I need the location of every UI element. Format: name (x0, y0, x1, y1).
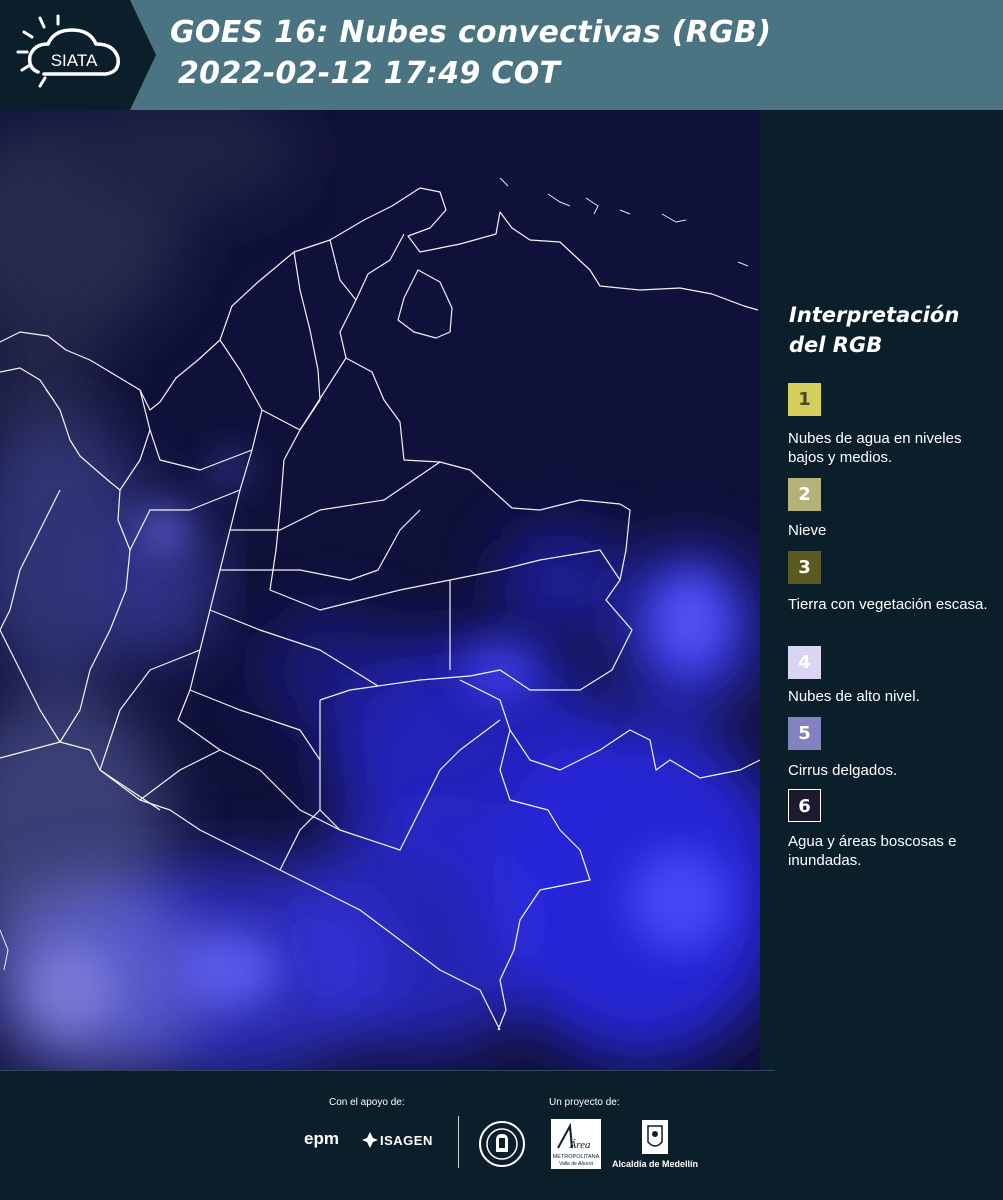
legend-label-1: Nubes de agua en niveles bajos y medios. (788, 430, 962, 466)
legend-number-3: 3 (798, 557, 811, 578)
legend-label-3: Tierra con vegetación escasa. (788, 596, 988, 613)
project-label: Un proyecto de: (549, 1097, 620, 1108)
legend-label-4: Nubes de alto nivel. (788, 688, 920, 705)
alcaldia-label: Alcaldía de Medellín (612, 1159, 699, 1169)
legend-number-5: 5 (798, 723, 811, 744)
medellin-seal-icon (479, 1121, 525, 1167)
siata-logo-icon: SIATA (16, 14, 120, 88)
satellite-map[interactable] (0, 110, 760, 1070)
legend-swatch-1: 1 (788, 383, 821, 416)
legend-swatch-2: 2 (788, 478, 821, 511)
header-bar: SIATA GOES 16: Nubes convectivas (RGB) 2… (0, 0, 1003, 110)
legend-number-4: 4 (798, 652, 811, 673)
legend-swatch-6: 6 (788, 789, 821, 822)
legend-number-1: 1 (798, 389, 811, 410)
satellite-image (0, 110, 760, 1070)
footer-vertical-divider (458, 1116, 459, 1168)
support-label: Con el apoyo de: (329, 1097, 405, 1108)
footer: Con el apoyo de: Un proyecto de: epm ISA… (0, 1070, 1003, 1200)
legend-title: Interpretación del RGB (789, 303, 960, 357)
title-line-1: GOES 16: Nubes convectivas (RGB) (170, 15, 772, 50)
logo-arrow (130, 0, 156, 110)
isagen-mark-icon (362, 1132, 378, 1148)
legend-swatch-3: 3 (788, 551, 821, 584)
legend-label-2: Nieve (788, 522, 827, 539)
legend-number-2: 2 (798, 484, 811, 505)
title-line-2: 2022-02-12 17:49 COT (178, 56, 561, 91)
logo-text: SIATA (51, 51, 98, 70)
area-logo-line3: Valle de Aburrá (559, 1161, 593, 1167)
area-metropolitana-logo: Área METROPOLITANA Valle de Aburrá (551, 1119, 601, 1169)
footer-divider-line (0, 1070, 775, 1071)
isagen-logo: ISAGEN (380, 1133, 433, 1148)
area-logo-line2: METROPOLITANA (553, 1154, 600, 1160)
legend-swatch-4: 4 (788, 646, 821, 679)
logo-block: SIATA (0, 0, 130, 110)
legend-number-6: 6 (798, 796, 811, 817)
alcaldia-shield-icon (642, 1120, 668, 1154)
legend-label-5: Cirrus delgados. (788, 762, 898, 779)
legend-swatch-5: 5 (788, 717, 821, 750)
legend-label-6: Agua y áreas boscosas e inundadas. (788, 833, 957, 869)
epm-logo: epm (304, 1129, 339, 1148)
area-logo-line1: Área (569, 1139, 591, 1151)
